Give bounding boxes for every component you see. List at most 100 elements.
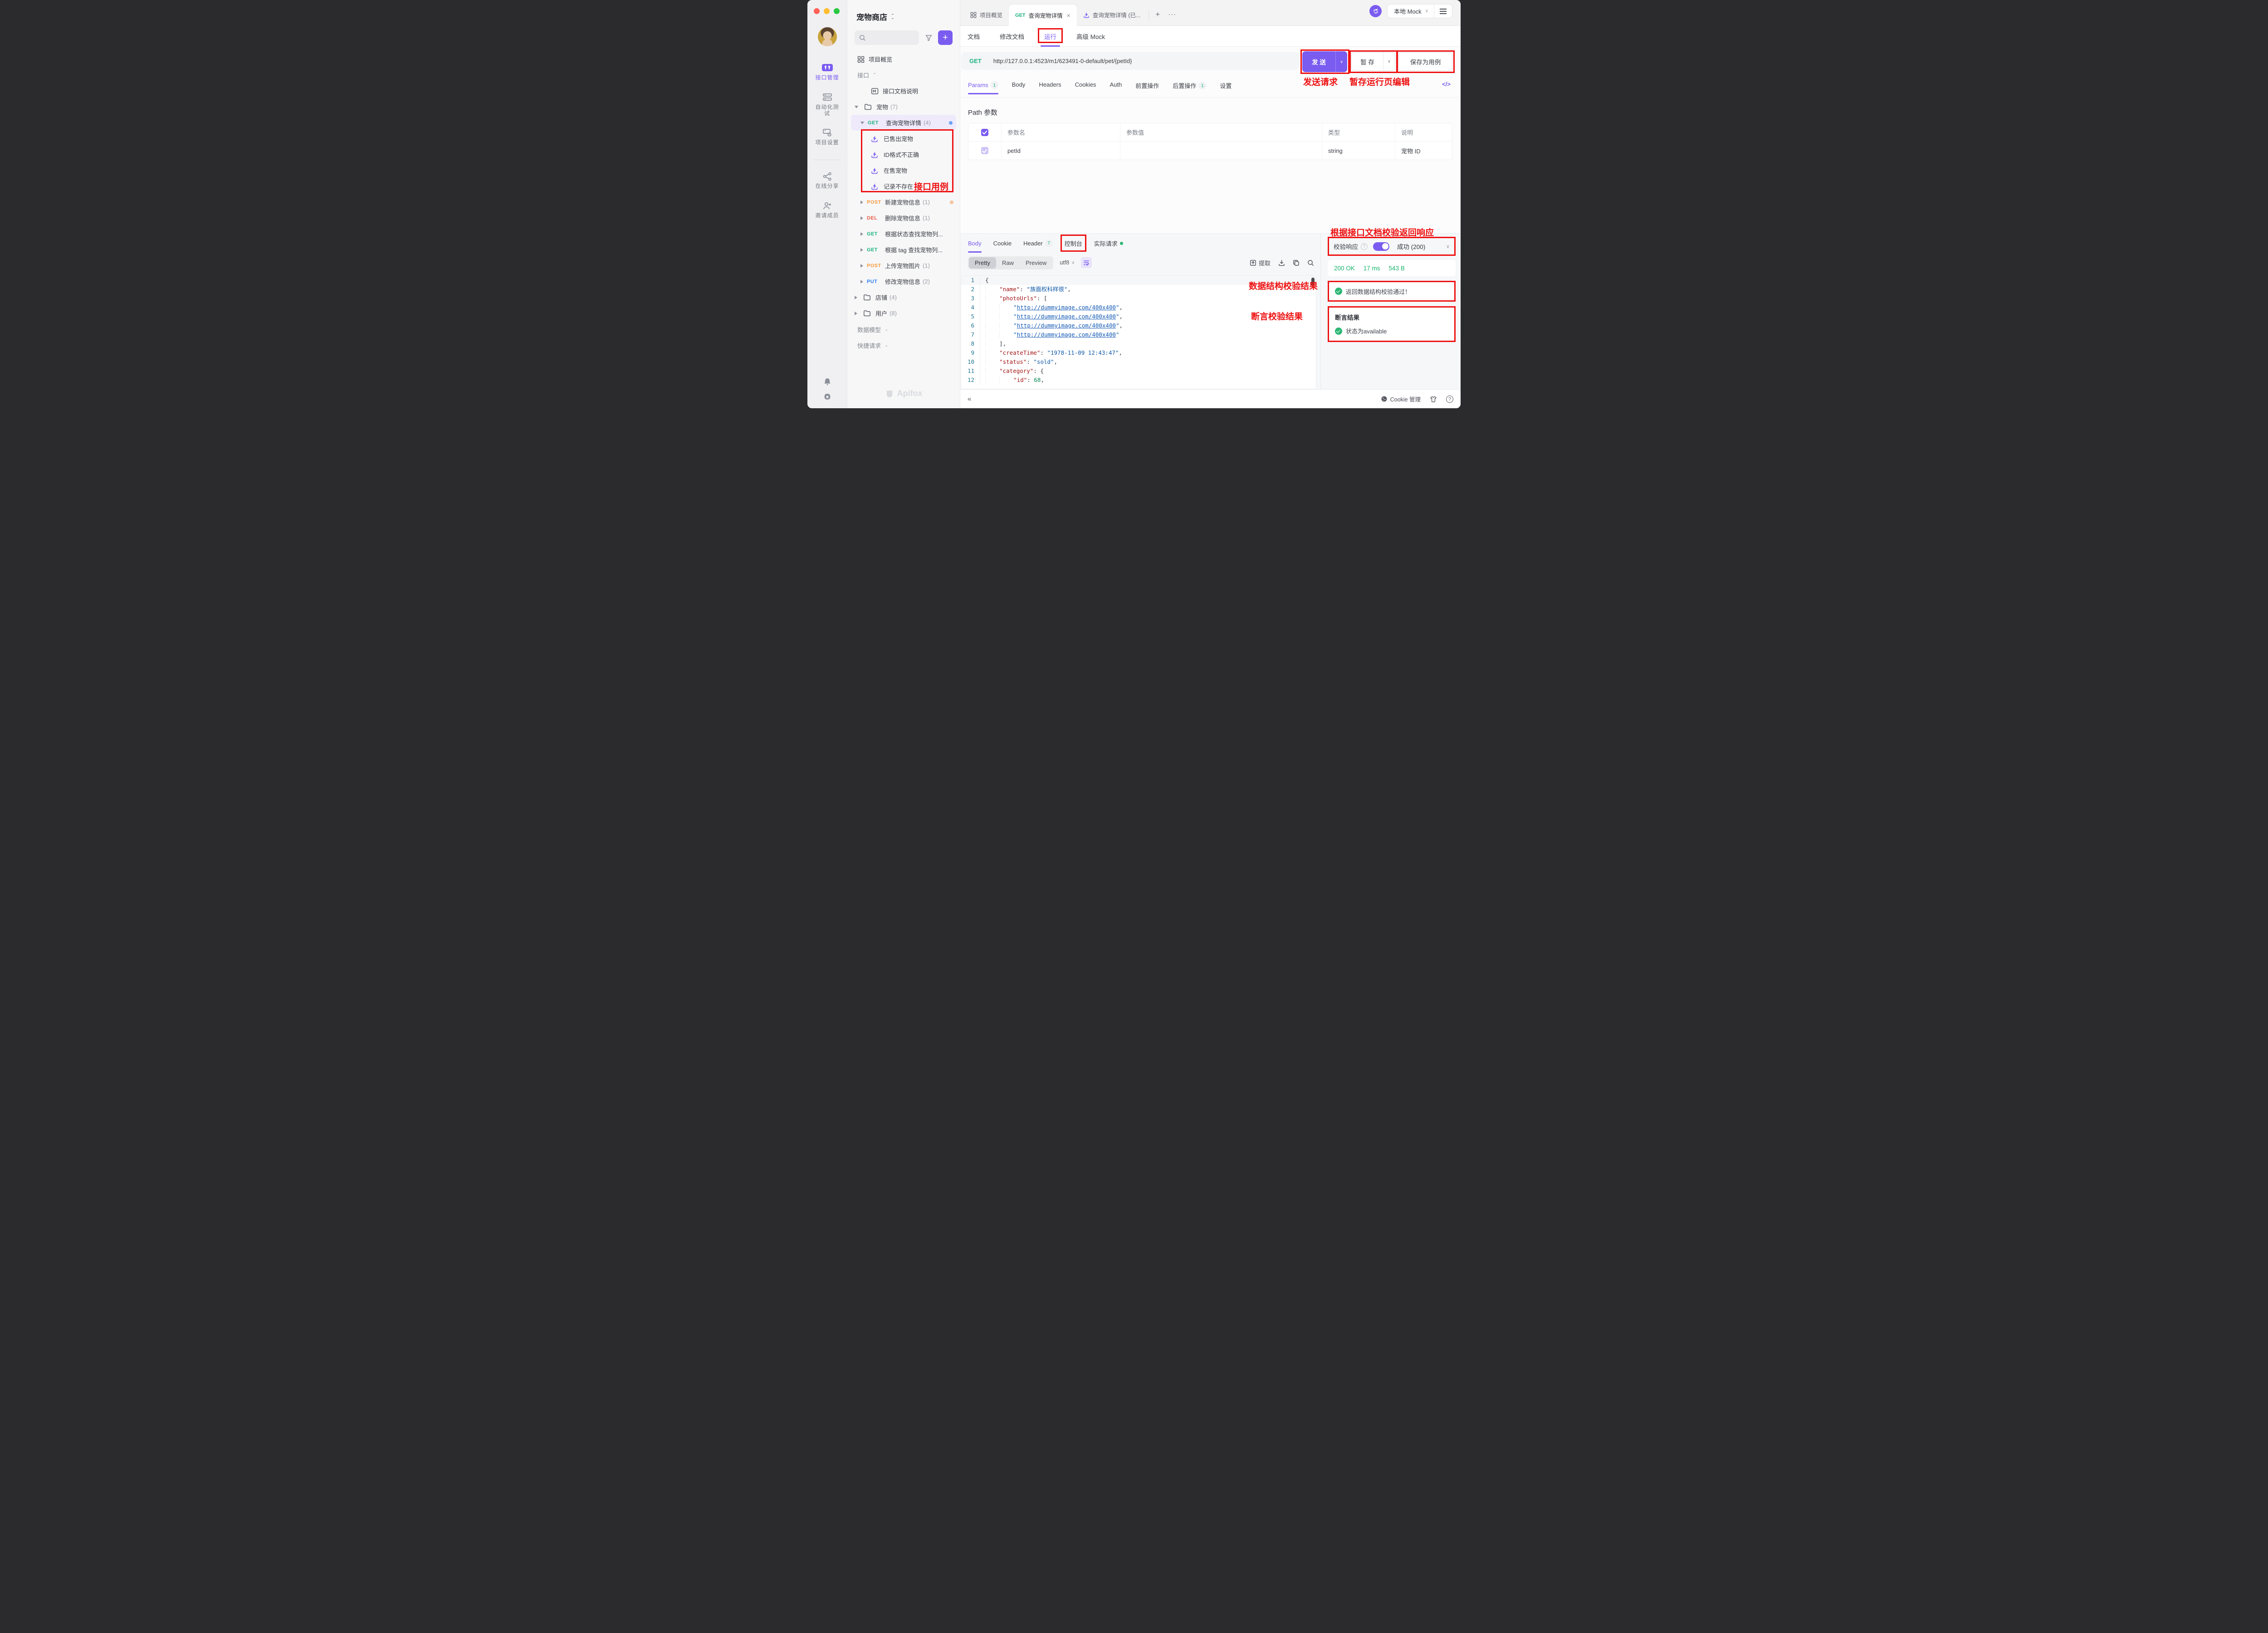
doc-tab-修改文档[interactable]: 修改文档 [1000, 26, 1024, 46]
req-tab-Headers[interactable]: Headers [1039, 81, 1061, 93]
sidebar-folder[interactable]: 宠物(7) [847, 99, 960, 115]
response-section: Body Cookie Header7 控制台实际请求 PrettyRawPrevie… [960, 233, 1461, 389]
settings-gear-icon[interactable] [823, 393, 831, 401]
annotation-box-assert: 断言结果 状态为available [1328, 306, 1456, 342]
req-tab-Params[interactable]: Params1 [968, 81, 998, 94]
generate-code-icon[interactable]: </> [1442, 81, 1451, 88]
caret-icon [855, 106, 858, 108]
cookie-manager-button[interactable]: Cookie 管理 [1381, 395, 1421, 403]
view-mode-Preview[interactable]: Preview [1020, 257, 1052, 269]
stash-dropdown-chevron-icon[interactable]: ∨ [1383, 53, 1395, 70]
sidebar-endpoint[interactable]: POST上传宠物图片(1) [847, 258, 960, 274]
resp-tab-控制台[interactable]: 控制台 [1065, 234, 1082, 253]
sidebar-item-overview[interactable]: 项目概览 [847, 51, 960, 67]
window-controls[interactable] [814, 8, 840, 14]
rail-item-project-settings[interactable]: 项目设置 [807, 128, 847, 146]
sidebar-endpoint[interactable]: GET根据状态查找宠物列... [847, 226, 960, 242]
close-tab-icon[interactable]: × [1067, 12, 1070, 19]
chevron-down-icon[interactable]: ∨ [1446, 244, 1450, 249]
search-body-icon[interactable] [1307, 259, 1314, 266]
add-api-button[interactable]: + [938, 30, 953, 45]
help-button[interactable]: ? [1446, 396, 1453, 403]
rail-item-invite-member[interactable]: 邀请成员 [807, 201, 847, 219]
tab-overflow-button[interactable]: ··· [1164, 10, 1180, 18]
doc-tab-文档[interactable]: 文档 [968, 26, 980, 46]
mock-env-select[interactable]: 本地 Mock [1388, 7, 1425, 15]
resp-tab-Body[interactable]: Body [968, 234, 982, 253]
resp-tab-实际请求[interactable]: 实际请求 [1094, 234, 1123, 253]
encoding-select[interactable]: utf8∨ [1060, 259, 1075, 266]
menu-hamburger-icon[interactable] [1434, 9, 1452, 14]
resp-tab-Header[interactable]: Header7 [1023, 234, 1053, 253]
view-mode-Raw[interactable]: Raw [996, 257, 1020, 269]
word-wrap-icon[interactable] [1081, 257, 1092, 268]
send-button[interactable]: 发 送 ∨ [1302, 51, 1347, 72]
filter-button[interactable] [923, 30, 934, 45]
response-body-code[interactable]: 1{2 "name": "族面权科样很",3 "photoUrls": [4 "… [961, 275, 1316, 389]
help-circle-icon[interactable]: ? [1361, 243, 1368, 250]
code-line: 11 "category": { [961, 367, 1316, 376]
tab-overview[interactable]: 项目概览 [964, 4, 1009, 25]
sidebar-case[interactable]: 在售宠物 [847, 162, 960, 178]
sidebar-section-quick-request[interactable]: 快捷请求⌄ [847, 337, 960, 353]
req-tab-前置操作[interactable]: 前置操作 [1135, 81, 1159, 95]
collapse-sidebar-icon[interactable]: « [968, 395, 971, 403]
select-all-checkbox[interactable] [981, 129, 988, 136]
rail-item-api-management[interactable]: 接口管理 [807, 63, 847, 81]
sidebar-overview-label: 项目概览 [869, 55, 892, 64]
rail-item-auto-test[interactable]: 自动化测试 [807, 93, 847, 117]
sidebar-item-doc[interactable]: 接口文档说明 [847, 83, 960, 99]
sidebar-folder[interactable]: 店铺(4) [847, 289, 960, 305]
chevron-down-icon[interactable]: ∨ [1425, 9, 1434, 14]
sidebar-section-api[interactable]: 接口⌃ [847, 67, 960, 83]
sync-button[interactable] [1369, 5, 1382, 17]
rail-item-online-share[interactable]: 在线分享 [807, 172, 847, 190]
search-input[interactable] [855, 30, 919, 45]
main-area: 项目概览GET查询宠物详情×查询宠物详情 (已... +··· 本地 Mock ∨… [960, 0, 1461, 408]
sidebar-endpoint[interactable]: POST新建宠物信息(1) [847, 194, 960, 210]
filter-funnel-icon [925, 34, 932, 41]
minimize-window-button[interactable] [824, 8, 830, 14]
sidebar-endpoint[interactable]: DEL删除宠物信息(1) [847, 210, 960, 226]
validate-toggle[interactable] [1373, 242, 1389, 251]
scrollbar-thumb[interactable] [1311, 278, 1315, 286]
req-tab-Body[interactable]: Body [1012, 81, 1026, 93]
sidebar-section-models[interactable]: 数据模型⌄ [847, 322, 960, 337]
project-switcher-icon[interactable]: ⌃⌄ [891, 15, 894, 19]
save-as-case-button[interactable]: 保存为用例 [1398, 52, 1452, 71]
table-row[interactable]: petIdstring宠物 ID [968, 142, 1452, 160]
req-tab-Cookies[interactable]: Cookies [1075, 81, 1096, 93]
sidebar-case[interactable]: 记录不存在接口用例 [847, 178, 960, 194]
url-input[interactable]: GET http://127.0.0.1:4523/m1/623491-0-de… [961, 52, 1299, 70]
row-checkbox[interactable] [981, 147, 988, 154]
sidebar-case[interactable]: ID格式不正确 [847, 147, 960, 162]
view-mode-Pretty[interactable]: Pretty [969, 257, 996, 269]
response-time: 17 ms [1364, 265, 1380, 272]
resp-tab-Cookie[interactable]: Cookie [993, 234, 1012, 253]
close-window-button[interactable] [814, 8, 820, 14]
extract-button[interactable]: 提取 [1250, 259, 1271, 267]
stash-button[interactable]: 暂 存 ∨ [1351, 52, 1395, 71]
tab-request-2[interactable]: 查询宠物详情 (已... [1077, 4, 1147, 25]
doc-tabs: 文档修改文档运行高级 Mock [960, 26, 1461, 47]
sidebar-case[interactable]: 已售出宠物 [847, 131, 960, 147]
validate-result-select[interactable]: 成功 (200) [1397, 242, 1425, 251]
sidebar-endpoint[interactable]: GET查询宠物详情(4) [851, 115, 956, 131]
send-dropdown-chevron-icon[interactable]: ∨ [1335, 51, 1347, 72]
notifications-bell-icon[interactable] [823, 377, 831, 386]
doc-tab-高级 Mock[interactable]: 高级 Mock [1076, 26, 1105, 46]
avatar[interactable] [818, 27, 837, 46]
req-tab-后置操作[interactable]: 后置操作1 [1173, 81, 1206, 95]
theme-shirt-icon[interactable] [1430, 396, 1437, 403]
req-tab-Auth[interactable]: Auth [1110, 81, 1122, 93]
sidebar-folder[interactable]: 用户(8) [847, 305, 960, 321]
doc-tab-运行[interactable]: 运行 [1044, 26, 1056, 46]
copy-icon[interactable] [1293, 259, 1300, 266]
req-tab-设置[interactable]: 设置 [1220, 81, 1232, 95]
sidebar-endpoint[interactable]: GET根据 tag 查找宠物列... [847, 242, 960, 258]
zoom-window-button[interactable] [834, 8, 840, 14]
tab-request-1[interactable]: GET查询宠物详情× [1009, 5, 1077, 26]
new-tab-button[interactable]: + [1151, 10, 1164, 19]
sidebar-endpoint[interactable]: PUT修改宠物信息(2) [847, 274, 960, 289]
download-icon[interactable] [1278, 259, 1285, 266]
